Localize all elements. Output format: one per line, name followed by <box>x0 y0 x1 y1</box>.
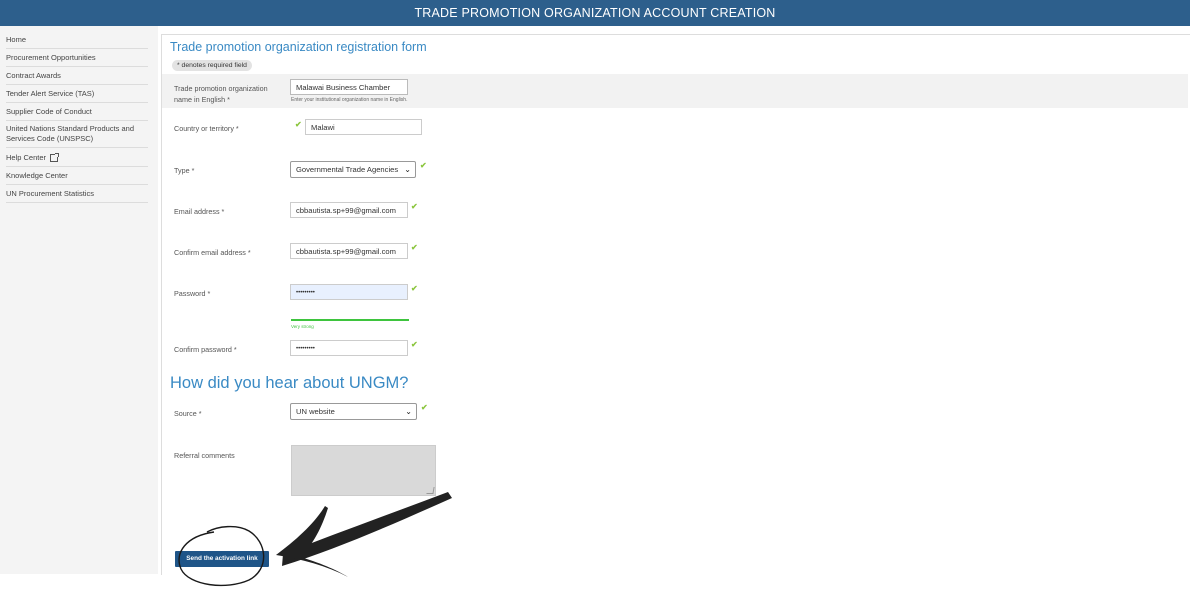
chevron-down-icon: ⌄ <box>405 407 412 416</box>
confirm-password-input[interactable]: ••••••••• <box>290 340 408 356</box>
sidebar-item-help-center[interactable]: Help Center <box>6 153 148 167</box>
email-label: Email address * <box>174 207 225 216</box>
type-select[interactable]: Governmental Trade Agencies ⌄ <box>290 161 416 178</box>
confirm-email-label: Confirm email address * <box>174 248 251 257</box>
sidebar: Home Procurement Opportunities Contract … <box>0 26 158 574</box>
password-valid-check-icon: ✔ <box>411 284 418 293</box>
send-activation-link-button[interactable]: Send the activation link <box>175 551 269 567</box>
source-label: Source * <box>174 409 202 418</box>
country-label: Country or territory * <box>174 124 239 133</box>
organization-name-label: Trade promotion organization name in Eng… <box>174 84 268 104</box>
password-strength-text: Very strong <box>291 324 314 329</box>
source-select-value: UN website <box>296 407 335 416</box>
sidebar-item-tender-alert-service[interactable]: Tender Alert Service (TAS) <box>6 89 148 103</box>
required-field-note: * denotes required field <box>172 60 252 71</box>
password-input[interactable]: ••••••••• <box>290 284 408 300</box>
sidebar-item-procurement-opportunities[interactable]: Procurement Opportunities <box>6 53 148 67</box>
sidebar-item-label: Help Center <box>6 153 47 162</box>
type-valid-check-icon: ✔ <box>420 161 427 170</box>
email-valid-check-icon: ✔ <box>411 202 418 211</box>
sidebar-item-supplier-code-of-conduct[interactable]: Supplier Code of Conduct <box>6 107 148 121</box>
source-select[interactable]: UN website ⌄ <box>290 403 417 420</box>
organization-name-hint: Enter your institutional organization na… <box>291 97 408 103</box>
top-header-bar: TRADE PROMOTION ORGANIZATION ACCOUNT CRE… <box>0 0 1190 26</box>
sidebar-item-contract-awards[interactable]: Contract Awards <box>6 71 148 85</box>
country-input[interactable]: Malawi <box>305 119 422 135</box>
external-link-icon <box>50 153 60 163</box>
type-select-value: Governmental Trade Agencies <box>296 165 399 174</box>
hear-about-ungm-heading: How did you hear about UNGM? <box>170 374 409 392</box>
email-input[interactable]: cbbautista.sp+99@gmail.com <box>290 202 408 218</box>
type-label: Type * <box>174 166 195 175</box>
form-title: Trade promotion organization registratio… <box>170 40 427 54</box>
page-title: TRADE PROMOTION ORGANIZATION ACCOUNT CRE… <box>414 6 776 20</box>
sidebar-item-knowledge-center[interactable]: Knowledge Center <box>6 171 148 185</box>
country-valid-check-icon: ✔ <box>295 120 302 129</box>
confirm-email-valid-check-icon: ✔ <box>411 243 418 252</box>
referral-comments-label: Referral comments <box>174 451 235 460</box>
sidebar-item-un-procurement-statistics[interactable]: UN Procurement Statistics <box>6 189 148 203</box>
sidebar-item-home[interactable]: Home <box>6 35 148 49</box>
password-label: Password * <box>174 289 211 298</box>
referral-comments-textarea[interactable] <box>291 445 436 496</box>
organization-name-input[interactable]: Malawai Business Chamber <box>290 79 408 95</box>
chevron-down-icon: ⌄ <box>404 165 411 174</box>
resize-handle-icon[interactable] <box>426 487 435 494</box>
confirm-password-label: Confirm password * <box>174 345 237 354</box>
confirm-email-input[interactable]: cbbautista.sp+99@gmail.com <box>290 243 408 259</box>
sidebar-item-unspsc[interactable]: United Nations Standard Products and Ser… <box>6 124 148 148</box>
confirm-password-valid-check-icon: ✔ <box>411 340 418 349</box>
source-valid-check-icon: ✔ <box>421 403 428 412</box>
password-strength-bar <box>291 319 409 321</box>
